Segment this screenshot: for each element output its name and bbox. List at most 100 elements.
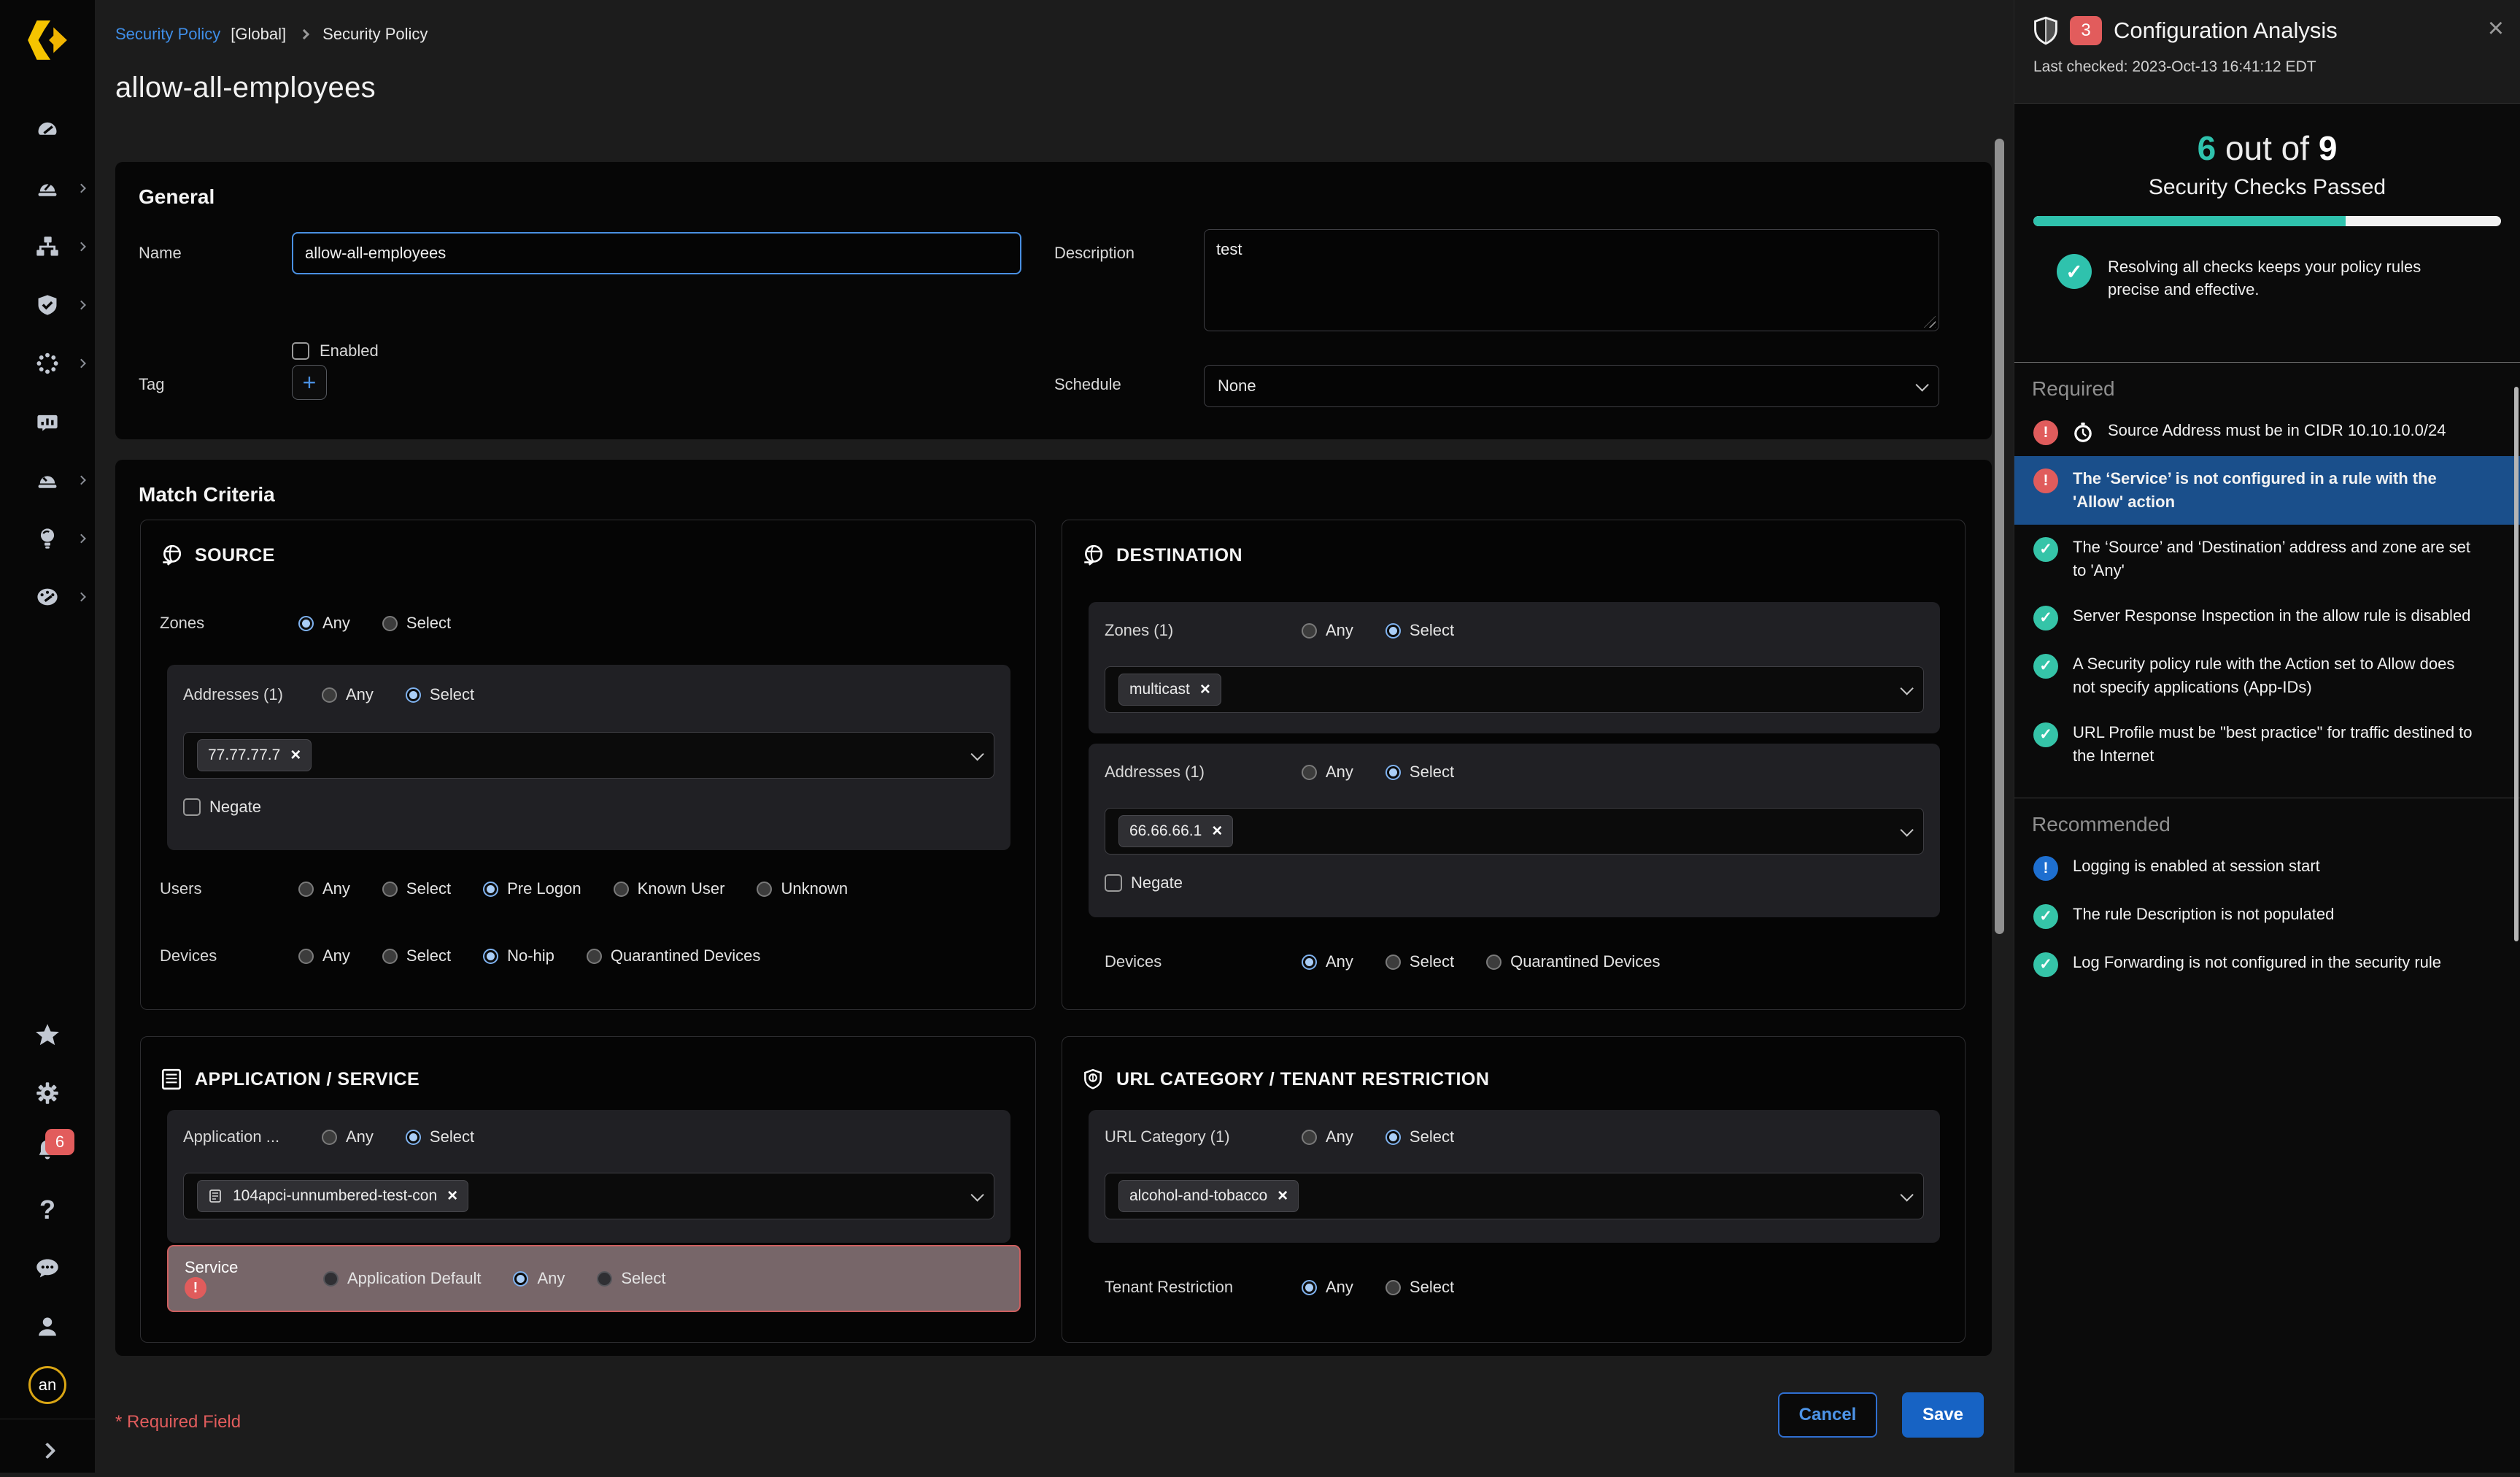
radio-users-any[interactable]: Any [298,879,350,898]
check-text: The rule Description is not populated [2073,903,2334,926]
required-item[interactable]: ✓ Server Response Inspection in the allo… [2014,593,2520,641]
sidebar-item-insights[interactable] [0,512,95,565]
check-icon: ✓ [2033,904,2058,929]
chevron-down-icon [1915,378,1928,391]
recommended-item[interactable]: ✓ The rule Description is not populated [2014,892,2520,940]
chevron-down-icon [970,1188,983,1201]
enabled-checkbox[interactable] [292,342,309,360]
radio-source-devices-quarantined[interactable]: Quarantined Devices [587,946,760,965]
sidebar-item-incidents[interactable] [0,162,95,215]
enabled-label: Enabled [320,342,379,360]
radio-source-devices-select[interactable]: Select [382,946,451,965]
recommended-item[interactable]: ! Logging is enabled at session start [2014,844,2520,892]
radio-service-any[interactable]: Any [513,1269,565,1288]
main-scrollbar[interactable] [1995,139,2004,934]
radio-tenant-any[interactable]: Any [1302,1278,1353,1297]
radio-dest-devices-quarantined[interactable]: Quarantined Devices [1486,952,1660,971]
radio-dest-addresses-any[interactable]: Any [1302,763,1353,782]
radio-source-zones-select[interactable]: Select [382,614,451,633]
sidebar-item-dashboard[interactable] [0,104,95,156]
required-item[interactable]: ✓ The ‘Source’ and ‘Destination’ address… [2014,525,2520,593]
radio-service-select[interactable]: Select [597,1269,665,1288]
radio-source-addresses-any[interactable]: Any [322,685,374,704]
sidebar-item-help[interactable]: ? [0,1184,95,1236]
avatar: an [28,1366,66,1404]
sidebar-item-feedback[interactable] [0,1242,95,1295]
sidebar-item-favorites[interactable] [0,1009,95,1061]
required-item[interactable]: ! Source Address must be in CIDR 10.10.1… [2014,408,2520,456]
radio-service-app-default[interactable]: Application Default [323,1269,481,1288]
source-negate-checkbox[interactable] [183,798,201,816]
sidebar-item-notifications[interactable]: 6 [0,1125,95,1178]
sidebar-expand-button[interactable] [0,1424,95,1477]
sidebar-item-settings[interactable] [0,1067,95,1119]
check-text: Server Response Inspection in the allow … [2073,604,2470,628]
radio-url-select[interactable]: Select [1385,1127,1454,1146]
recommended-item[interactable]: ✓ Log Forwarding is not configured in th… [2014,940,2520,988]
sidebar-item-network[interactable] [0,220,95,273]
remove-chip-icon[interactable]: × [1278,1187,1288,1205]
users-label: Users [160,879,298,898]
remove-chip-icon[interactable]: × [1200,681,1210,698]
chevron-right-icon [39,1443,56,1459]
close-icon[interactable]: × [2488,15,2504,42]
main-content: Security Policy [Global] Security Policy… [95,0,2014,1473]
sidebar-item-monitor[interactable] [0,396,95,448]
destination-title: DESTINATION [1116,545,1242,566]
sidebar-avatar[interactable]: an [0,1359,95,1411]
panel-scrollbar[interactable] [2514,387,2519,941]
radio-source-zones-any[interactable]: Any [298,614,350,633]
radio-dest-zones-select[interactable]: Select [1385,621,1454,640]
radio-dest-devices-select[interactable]: Select [1385,952,1454,971]
dest-negate-checkbox[interactable] [1105,874,1122,892]
radio-dest-zones-any[interactable]: Any [1302,621,1353,640]
required-item-selected[interactable]: ! The ‘Service’ is not configured in a r… [2014,456,2520,525]
radio-tenant-select[interactable]: Select [1385,1278,1454,1297]
radio-application-any[interactable]: Any [322,1127,374,1146]
url-category-input[interactable]: alcohol-and-tobacco× [1105,1173,1924,1219]
radio-application-select[interactable]: Select [406,1127,474,1146]
paloalto-logo[interactable] [25,18,70,63]
remove-chip-icon[interactable]: × [447,1187,457,1205]
error-icon: ! [185,1277,206,1299]
cancel-button[interactable]: Cancel [1778,1392,1877,1438]
radio-icon [483,882,498,897]
sidebar-item-security-posture[interactable] [0,279,95,331]
dest-zones-input[interactable]: multicast× [1105,666,1924,713]
save-button[interactable]: Save [1902,1392,1984,1438]
radio-dest-addresses-select[interactable]: Select [1385,763,1454,782]
radio-source-devices-no-hip[interactable]: No-hip [483,946,554,965]
add-tag-button[interactable]: + [292,365,327,400]
radio-users-unknown[interactable]: Unknown [757,879,848,898]
dest-zones-panel: Zones (1) Any Select multicast× [1089,602,1940,733]
required-item[interactable]: ✓ A Security policy rule with the Action… [2014,641,2520,710]
application-input[interactable]: 104apci-unnumbered-test-con× [183,1173,994,1219]
schedule-select[interactable]: None [1204,365,1939,407]
radio-source-devices-any[interactable]: Any [298,946,350,965]
required-item[interactable]: ✓ URL Profile must be "best practice" fo… [2014,710,2520,779]
sidebar-item-dashboards[interactable] [0,571,95,623]
radio-dest-devices-any[interactable]: Any [1302,952,1353,971]
analysis-note-text: Resolving all checks keeps your policy r… [2108,254,2458,301]
service-error-row: Service ! Application Default Any Select [167,1245,1021,1312]
name-input[interactable] [292,232,1021,274]
sidebar-item-identity[interactable] [0,337,95,390]
radio-users-select[interactable]: Select [382,879,451,898]
zones-label: Zones [160,614,298,633]
description-textarea[interactable]: test [1204,229,1939,331]
radio-label: Select [1410,1127,1454,1146]
radio-url-any[interactable]: Any [1302,1127,1353,1146]
radio-source-addresses-select[interactable]: Select [406,685,474,704]
sidebar-item-user[interactable] [0,1300,95,1353]
source-title: SOURCE [195,545,275,566]
remove-chip-icon[interactable]: × [1212,822,1222,840]
schedule-value: None [1218,377,1256,396]
dest-addresses-input[interactable]: 66.66.66.1× [1105,808,1924,855]
source-addresses-input[interactable]: 77.77.77.7× [183,732,994,779]
match-criteria-card: Match Criteria SOURCE Zones Any Select A… [115,460,1992,1356]
radio-users-pre-logon[interactable]: Pre Logon [483,879,581,898]
remove-chip-icon[interactable]: × [290,747,301,764]
radio-users-known-user[interactable]: Known User [614,879,725,898]
breadcrumb-section-link[interactable]: Security Policy [115,25,220,44]
sidebar-item-alerts[interactable] [0,454,95,506]
